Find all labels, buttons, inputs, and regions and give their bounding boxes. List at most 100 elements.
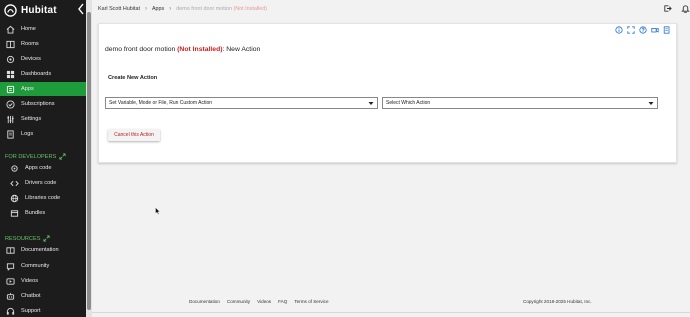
chevron-down-icon	[648, 102, 654, 105]
footer-link-terms[interactable]: Terms of Service	[294, 299, 328, 304]
sidebar: Hubitat Home Rooms Devices Dashboards Ap…	[0, 0, 86, 317]
sidebar-item-label: Bundles	[25, 210, 46, 216]
footer-divider	[92, 312, 690, 313]
sidebar-item-community[interactable]: Community	[0, 259, 86, 273]
check-circle-icon	[6, 99, 15, 109]
section-title: FOR DEVELOPERS	[5, 153, 57, 160]
fullscreen-icon[interactable]	[627, 26, 635, 34]
sidebar-item-documentation[interactable]: Documentation	[0, 243, 86, 257]
mouse-cursor-icon	[155, 207, 161, 215]
sidebar-item-apps-code[interactable]: Apps code	[0, 161, 86, 175]
sidebar-item-label: Drivers code	[25, 180, 57, 186]
expand-icon	[43, 235, 50, 242]
sidebar-item-label: Apps	[21, 86, 34, 92]
chevron-down-icon	[368, 102, 374, 105]
sidebar-item-logs[interactable]: Logs	[0, 127, 86, 141]
section-title: RESOURCES	[5, 235, 41, 242]
sidebar-item-libraries-code[interactable]: Libraries code	[0, 191, 86, 205]
sidebar-item-label: Support	[21, 308, 41, 314]
breadcrumb-current-status: (Not Installed)	[233, 6, 268, 12]
sidebar-item-label: Apps code	[25, 165, 52, 171]
info-icon[interactable]	[615, 26, 623, 34]
scrollbar-thumb[interactable]	[87, 12, 91, 310]
sidebar-item-devices[interactable]: Devices	[0, 52, 86, 66]
sidebar-item-label: Chatbot	[21, 293, 41, 299]
footer-link-documentation[interactable]: Documentation	[189, 299, 220, 304]
copyright: Copyright 2018-2025 Hubitat, Inc.	[523, 299, 592, 304]
sidebar-item-label: Subscriptions	[21, 101, 55, 107]
sidebar-item-bundles[interactable]: Bundles	[0, 206, 86, 220]
apps-code-icon	[11, 164, 18, 172]
sidebar-item-apps[interactable]: Apps	[0, 82, 86, 96]
breadcrumb-separator-icon: ›	[144, 6, 147, 12]
support-icon	[6, 307, 15, 315]
breadcrumb-hub[interactable]: Karl Scott Hubitat	[98, 6, 140, 12]
breadcrumb-separator-icon: ›	[169, 6, 172, 12]
header: Karl Scott Hubitat › Apps › demo front d…	[92, 0, 690, 18]
bundles-icon	[10, 209, 19, 217]
action-type-select[interactable]: Set Variable, Mode or File, Run Custom A…	[105, 97, 378, 109]
sidebar-item-rooms[interactable]: Rooms	[0, 37, 86, 51]
video-camera-icon[interactable]	[651, 26, 659, 34]
breadcrumb-apps[interactable]: Apps	[152, 6, 164, 12]
sidebar-item-videos[interactable]: Videos	[0, 274, 86, 288]
page-title-status: (Not Installed)	[177, 46, 223, 53]
footer-links: Documentation Community Videos FAQ Terms…	[189, 299, 329, 304]
devices-icon	[6, 55, 15, 63]
sidebar-scrollbar[interactable]	[86, 0, 92, 317]
section-heading: Create New Action	[108, 75, 158, 81]
collapse-sidebar-icon[interactable]	[77, 3, 85, 15]
page-title-name: demo front door motion	[105, 46, 176, 53]
sidebar-item-label: Libraries code	[25, 195, 61, 201]
documentation-icon[interactable]	[663, 26, 671, 34]
breadcrumb: Karl Scott Hubitat › Apps › demo front d…	[98, 6, 267, 12]
footer-link-faq[interactable]: FAQ	[278, 299, 287, 304]
code-icon	[10, 180, 19, 186]
sidebar-item-label: Videos	[21, 278, 39, 284]
sidebar-item-label: Dashboards	[21, 71, 52, 77]
sidebar-item-subscriptions[interactable]: Subscriptions	[0, 97, 86, 111]
cancel-action-button[interactable]: Cancel this Action	[108, 129, 160, 141]
community-icon	[6, 262, 15, 271]
sidebar-item-label: Settings	[21, 116, 42, 122]
help-icon[interactable]	[639, 26, 647, 34]
expand-icon	[59, 153, 66, 160]
footer-link-videos[interactable]: Videos	[257, 299, 271, 304]
sidebar-item-support[interactable]: Support	[0, 304, 86, 317]
bell-icon[interactable]	[681, 4, 690, 13]
card-toolbar	[615, 26, 671, 34]
sidebar-item-settings[interactable]: Settings	[0, 112, 86, 126]
breadcrumb-current: demo front door motion (Not Installed)	[176, 6, 267, 12]
sidebar-item-dashboards[interactable]: Dashboards	[0, 67, 86, 81]
page-title-suffix: : New Action	[222, 46, 261, 53]
sidebar-item-label: Home	[21, 26, 36, 32]
footer-link-community[interactable]: Community	[227, 299, 250, 304]
sidebar-item-label: Community	[21, 263, 50, 269]
libraries-icon	[10, 194, 19, 202]
logout-icon[interactable]	[663, 4, 672, 13]
section-resources[interactable]: RESOURCES	[5, 235, 50, 242]
logs-icon	[7, 129, 14, 139]
video-icon	[6, 277, 15, 285]
sidebar-item-home[interactable]: Home	[0, 22, 86, 36]
page-title: demo front door motion (Not Installed): …	[105, 46, 260, 53]
which-action-select[interactable]: Select Which Action	[382, 97, 658, 109]
dashboard-icon	[6, 70, 15, 78]
sidebar-item-label: Logs	[21, 131, 34, 137]
brand[interactable]: Hubitat	[0, 0, 86, 20]
hubitat-logo-icon	[4, 3, 17, 17]
breadcrumb-current-name: demo front door motion	[176, 6, 232, 12]
settings-sliders-icon	[7, 115, 14, 123]
sidebar-item-drivers-code[interactable]: Drivers code	[0, 176, 86, 190]
section-for-developers[interactable]: FOR DEVELOPERS	[5, 153, 66, 160]
rooms-icon	[6, 40, 15, 48]
apps-icon	[6, 85, 15, 93]
header-actions	[663, 4, 690, 13]
which-action-value: Select Which Action	[386, 100, 431, 106]
documentation-icon	[6, 246, 15, 254]
sidebar-item-chatbot[interactable]: Chatbot	[0, 289, 86, 303]
chatbot-icon	[6, 292, 15, 300]
sidebar-item-label: Rooms	[21, 41, 39, 47]
action-type-value: Set Variable, Mode or File, Run Custom A…	[109, 100, 213, 106]
sidebar-item-label: Documentation	[21, 247, 59, 253]
